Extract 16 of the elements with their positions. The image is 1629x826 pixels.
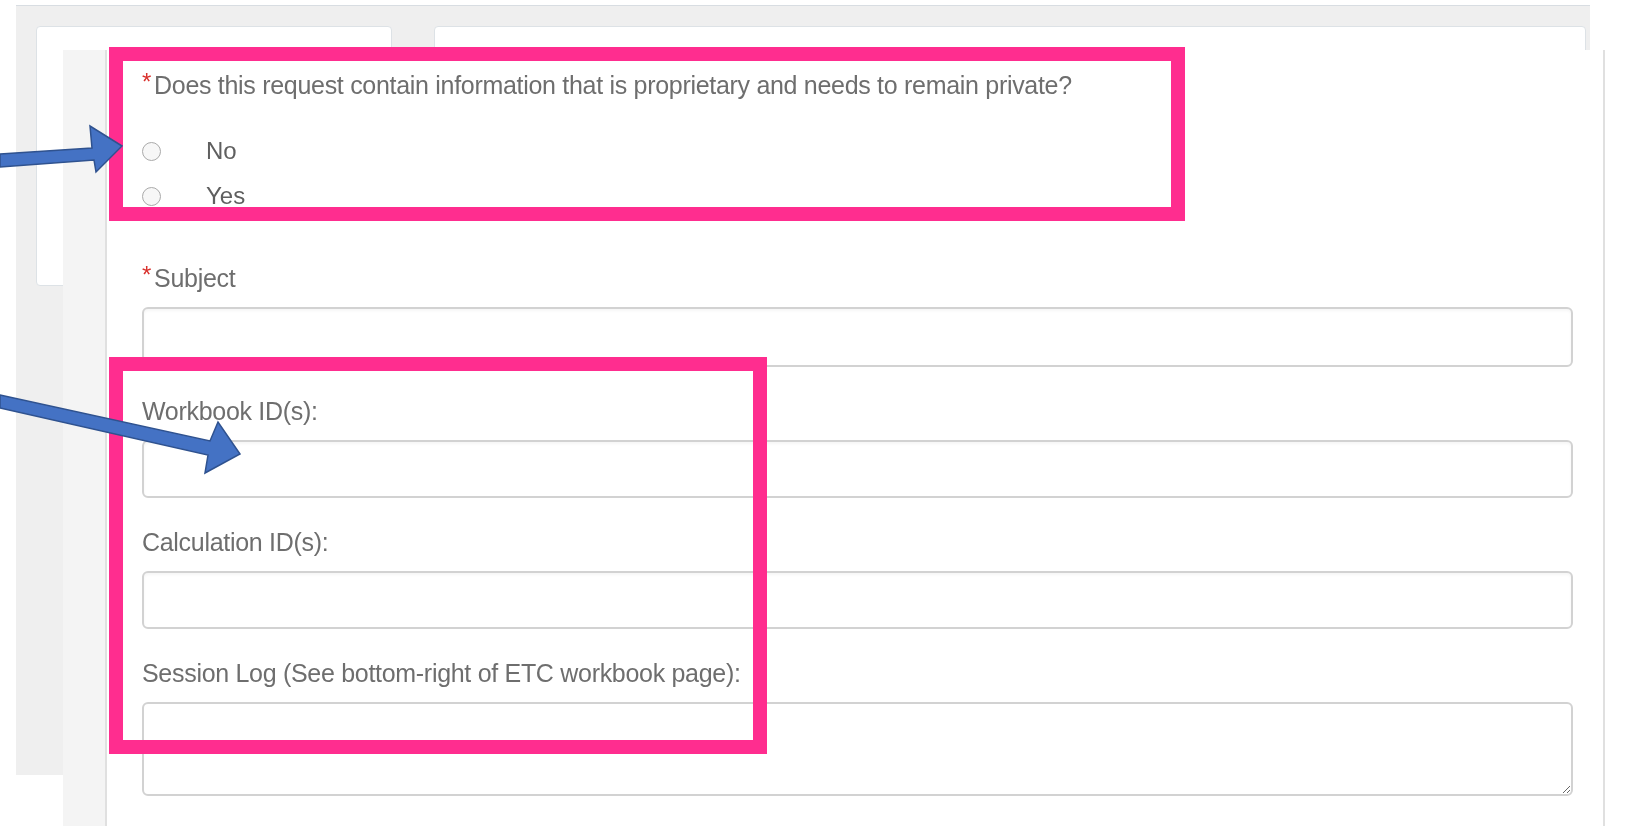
radio-button[interactable] <box>142 141 161 161</box>
option-label: No <box>206 137 237 165</box>
input-field[interactable] <box>142 571 1573 629</box>
option-label: Yes <box>206 182 246 210</box>
field-label: Workbook ID(s): <box>142 396 318 426</box>
required-asterisk: * <box>142 70 152 94</box>
radio-button[interactable] <box>142 186 161 206</box>
arrow-icon <box>0 124 124 174</box>
input-field[interactable] <box>142 307 1573 367</box>
required-asterisk: * <box>142 263 152 287</box>
input-field[interactable] <box>142 440 1573 498</box>
text-area[interactable] <box>142 702 1573 796</box>
field-label: Subject <box>154 263 236 293</box>
question-label: Does this request contain information that is proprietary and needs to remain private? <box>154 70 1072 100</box>
field-label: Calculation ID(s): <box>142 527 329 557</box>
field-label: Session Log (See bottom-right of ETC workbook page): <box>142 658 741 688</box>
